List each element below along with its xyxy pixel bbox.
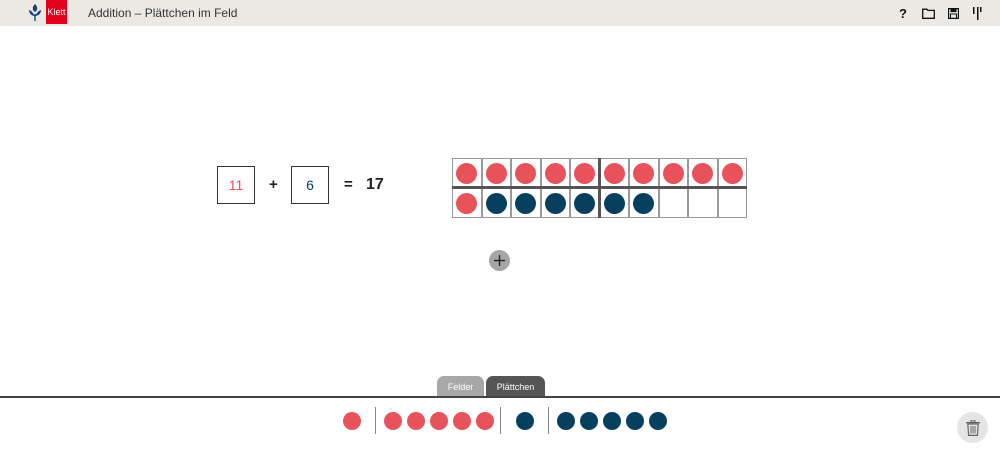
tray-separator [548, 407, 549, 434]
blue-chip[interactable] [544, 192, 566, 214]
field-cell[interactable] [688, 188, 718, 218]
blue-chip[interactable] [574, 192, 596, 214]
folder-icon [921, 8, 935, 19]
red-chip[interactable] [603, 162, 625, 184]
blue-chip[interactable] [485, 192, 507, 214]
blue-tray-chip[interactable] [516, 412, 534, 430]
red-chip[interactable] [515, 162, 537, 184]
top-bar: Klett Addition – Plättchen im Feld ? [0, 0, 1000, 26]
red-tray-chip[interactable] [343, 412, 361, 430]
field-cell[interactable] [717, 188, 747, 218]
tray-separator [375, 407, 376, 434]
plus-sign: + [269, 176, 278, 193]
red-chip[interactable] [721, 162, 743, 184]
app-title: Addition – Plättchen im Feld [88, 6, 238, 20]
addend1-value: 11 [228, 177, 244, 193]
red-chip[interactable] [456, 192, 478, 214]
red-chip[interactable] [633, 162, 655, 184]
red-tray-chip[interactable] [430, 412, 448, 430]
blue-tray-chip[interactable] [626, 412, 644, 430]
red-chip[interactable] [544, 162, 566, 184]
save-icon [947, 7, 959, 19]
blue-chip[interactable] [515, 192, 537, 214]
klett-logo: Klett [25, 0, 67, 24]
klett-logo-icon [29, 4, 41, 21]
blue-tray-chip[interactable] [603, 412, 621, 430]
red-chip[interactable] [574, 162, 596, 184]
addend2-input[interactable]: 6 [291, 166, 329, 204]
help-button[interactable]: ? [895, 5, 911, 21]
trash-button[interactable] [957, 412, 988, 443]
equals-sign: = [344, 176, 353, 193]
blue-tray-chip[interactable] [649, 412, 667, 430]
field-cell[interactable] [658, 188, 688, 218]
tab-felder[interactable]: Felder [437, 376, 484, 397]
help-icon: ? [899, 5, 907, 21]
field-five-divider [598, 158, 601, 218]
red-tray-chip[interactable] [453, 412, 471, 430]
tools-button[interactable] [969, 5, 985, 21]
blue-chip[interactable] [633, 192, 655, 214]
red-tray-chip[interactable] [384, 412, 402, 430]
red-tray-chip[interactable] [407, 412, 425, 430]
sum-result: 17 [366, 176, 384, 193]
red-chip[interactable] [456, 162, 478, 184]
tools-icon [973, 6, 982, 20]
blue-tray-chip[interactable] [580, 412, 598, 430]
red-chip[interactable] [662, 162, 684, 184]
blue-chip[interactable] [603, 192, 625, 214]
addend1-input[interactable]: 11 [217, 166, 255, 204]
trash-icon [965, 419, 980, 436]
red-chip[interactable] [692, 162, 714, 184]
save-button[interactable] [945, 5, 961, 21]
red-tray-chip[interactable] [476, 412, 494, 430]
klett-logo-text: Klett [46, 0, 67, 24]
red-chip[interactable] [485, 162, 507, 184]
addend2-value: 6 [306, 177, 314, 193]
add-field-button[interactable] [489, 250, 510, 271]
tab-plaettchen[interactable]: Plättchen [486, 376, 545, 397]
open-folder-button[interactable] [920, 5, 936, 21]
tray-separator [500, 407, 501, 434]
tray-divider [0, 396, 1000, 398]
plus-icon [494, 255, 505, 266]
blue-tray-chip[interactable] [557, 412, 575, 430]
